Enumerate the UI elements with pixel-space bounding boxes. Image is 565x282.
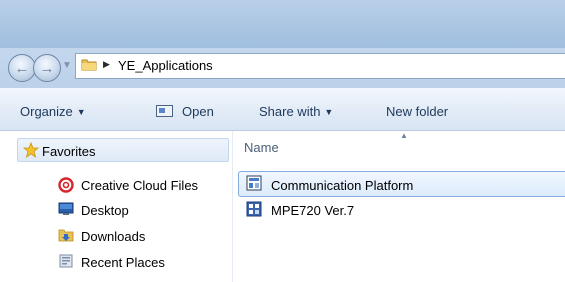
favorites-label[interactable]: Favorites xyxy=(42,144,95,159)
file-name[interactable]: MPE720 Ver.7 xyxy=(271,203,354,218)
forward-arrow-icon: → xyxy=(39,59,55,77)
dropdown-arrow-icon: ▼ xyxy=(76,107,86,117)
open-window-icon xyxy=(156,105,173,117)
column-header-name[interactable]: Name xyxy=(244,140,279,155)
breadcrumb-separator-icon[interactable]: ▶ xyxy=(103,59,110,70)
recent-pages-dropdown-icon[interactable]: ▼ xyxy=(62,60,72,71)
app-shortcut-icon xyxy=(246,201,262,217)
nav-item-downloads[interactable]: Downloads xyxy=(81,229,145,244)
sort-ascending-icon: ▲ xyxy=(400,131,408,140)
nav-item-recent-places[interactable]: Recent Places xyxy=(81,255,165,270)
forward-button[interactable]: → xyxy=(33,54,61,82)
app-shortcut-icon xyxy=(246,175,262,191)
new-folder-button[interactable]: New folder xyxy=(386,104,448,119)
open-button[interactable]: Open xyxy=(182,104,214,119)
organize-label: Organize xyxy=(20,104,73,119)
nav-item-creative-cloud[interactable]: Creative Cloud Files xyxy=(81,178,198,193)
explorer-window: ← → ▼ ▶ YE_Applications Organize ▼ Open S… xyxy=(0,0,565,282)
window-titlebar xyxy=(0,0,565,48)
share-with-button[interactable]: Share with ▼ xyxy=(259,104,333,119)
star-icon xyxy=(23,142,39,158)
downloads-folder-icon xyxy=(58,229,74,242)
back-button[interactable]: ← xyxy=(8,54,36,82)
folder-icon xyxy=(81,59,97,71)
breadcrumb-current[interactable]: YE_Applications xyxy=(118,58,213,73)
dropdown-arrow-icon: ▼ xyxy=(324,107,334,117)
recent-places-icon xyxy=(59,254,73,268)
creative-cloud-icon xyxy=(58,177,74,193)
desktop-icon xyxy=(58,202,74,215)
share-with-label: Share with xyxy=(259,104,321,119)
nav-item-desktop[interactable]: Desktop xyxy=(81,203,129,218)
file-name[interactable]: Communication Platform xyxy=(271,178,413,193)
back-arrow-icon: ← xyxy=(14,59,30,77)
organize-button[interactable]: Organize ▼ xyxy=(20,104,86,119)
